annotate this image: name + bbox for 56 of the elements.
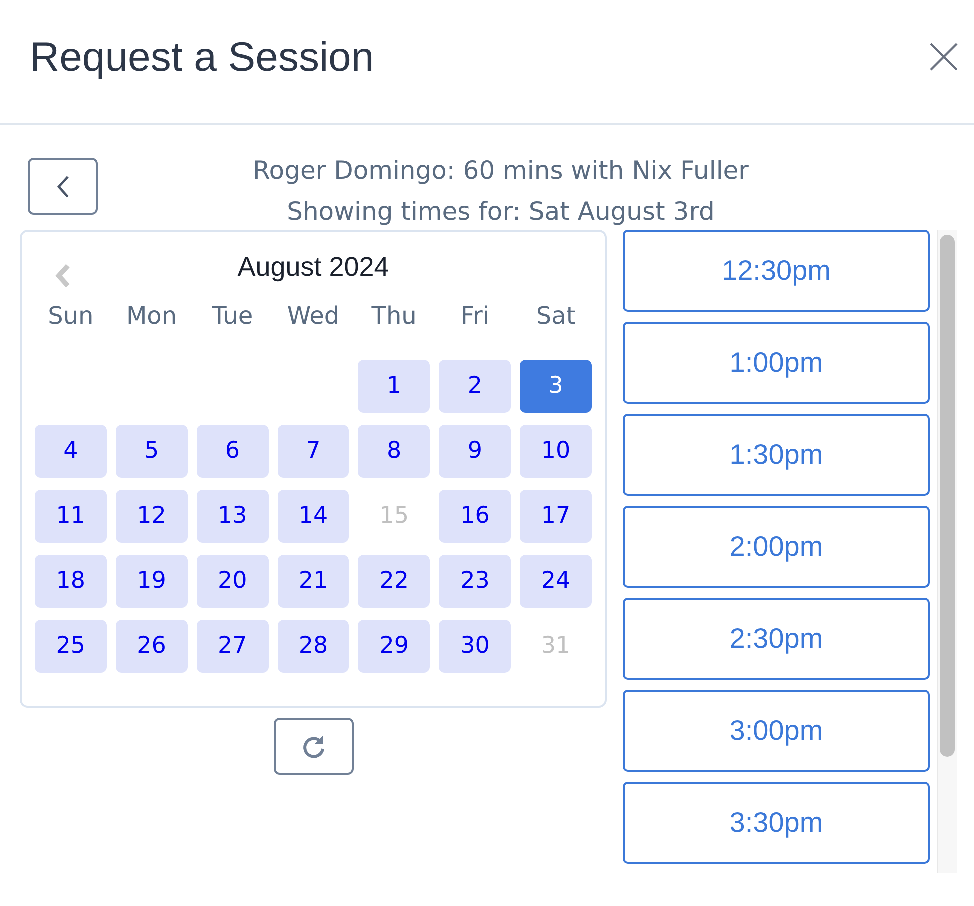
day-button[interactable]: 18 [35, 555, 107, 608]
day-button[interactable]: 7 [278, 425, 350, 478]
day-button[interactable]: 9 [439, 425, 512, 478]
summary-line: Roger Domingo: 60 mins with Nix Fuller [253, 155, 749, 187]
month-label: August 2024 [238, 252, 390, 282]
time-slot-button[interactable]: 3:00pm [623, 690, 930, 772]
weekday-label: Sat [536, 301, 576, 332]
day-label: 15 [378, 502, 410, 532]
scrollbar[interactable] [937, 230, 957, 873]
day-button[interactable]: 12 [116, 490, 188, 543]
day-button[interactable]: 11 [35, 490, 107, 543]
day-button[interactable]: 24 [520, 555, 592, 608]
summary-line: Showing times for: Sat August 3rd [287, 196, 715, 228]
time-slot-button[interactable]: 2:30pm [623, 598, 930, 680]
close-icon [929, 42, 959, 72]
day-button[interactable]: 6 [196, 425, 269, 478]
time-slot-button[interactable]: 1:00pm [623, 322, 930, 404]
weekday-label: Thu [372, 301, 417, 332]
dialog-title: Request a Session [30, 32, 374, 82]
day-button[interactable]: 29 [358, 620, 430, 673]
day-button[interactable]: 23 [439, 555, 512, 608]
back-button[interactable] [28, 158, 98, 215]
day-button[interactable]: 16 [439, 490, 512, 543]
day-button[interactable]: 26 [116, 620, 188, 673]
day-button[interactable]: 14 [278, 490, 350, 543]
day-button[interactable]: 2 [439, 360, 512, 413]
weekday-label: Wed [287, 301, 340, 332]
refresh-icon [300, 734, 326, 760]
day-button[interactable]: 3 [520, 360, 592, 413]
weekday-label: Mon [126, 301, 178, 332]
day-button[interactable]: 25 [35, 620, 107, 673]
day-button[interactable]: 22 [358, 555, 430, 608]
day-button[interactable]: 28 [278, 620, 350, 673]
day-button[interactable]: 5 [116, 425, 188, 478]
refresh-button[interactable] [274, 718, 354, 775]
weekday-label: Sun [48, 301, 94, 332]
day-button[interactable]: 4 [35, 425, 107, 478]
time-slot-button[interactable]: 2:00pm [623, 506, 930, 588]
day-button[interactable]: 30 [439, 620, 512, 673]
time-slot-button[interactable]: 3:30pm [623, 782, 930, 864]
day-label: 31 [540, 632, 572, 662]
weekday-label: Fri [460, 301, 490, 332]
day-button[interactable]: 17 [520, 490, 592, 543]
day-button[interactable]: 20 [196, 555, 269, 608]
day-button[interactable]: 1 [358, 360, 430, 413]
day-button[interactable]: 10 [520, 425, 592, 478]
day-button[interactable]: 21 [278, 555, 350, 608]
day-button[interactable]: 27 [196, 620, 269, 673]
day-button[interactable]: 19 [116, 555, 188, 608]
time-slot-button[interactable]: 1:30pm [623, 414, 930, 496]
time-slot-button[interactable]: 12:30pm [623, 230, 930, 312]
day-button[interactable]: 8 [358, 425, 430, 478]
chevron-left-icon [56, 174, 70, 198]
weekday-label: Tue [212, 301, 254, 332]
scrollbar-thumb[interactable] [940, 235, 955, 757]
day-button[interactable]: 13 [196, 490, 269, 543]
